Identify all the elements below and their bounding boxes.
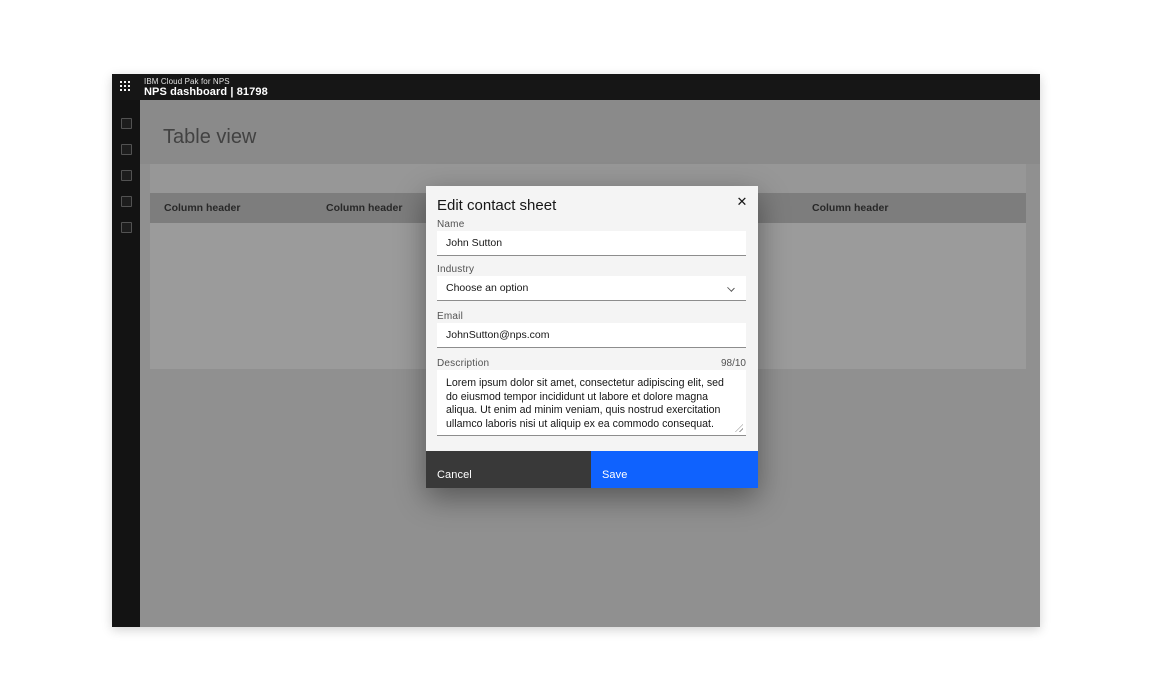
left-nav: [112, 100, 140, 627]
email-input[interactable]: [437, 323, 746, 348]
description-label: Description: [437, 358, 489, 370]
chevron-down-icon: [727, 284, 735, 292]
nav-item-icon-4[interactable]: [121, 196, 132, 207]
modal-title: Edit contact sheet: [437, 196, 746, 216]
header-dashboard-title: NPS dashboard | 81798: [144, 86, 268, 98]
nav-item-icon-5[interactable]: [121, 222, 132, 233]
nav-item-icon-3[interactable]: [121, 170, 132, 181]
industry-field-group: Industry Choose an option: [437, 264, 746, 301]
email-label: Email: [437, 311, 746, 323]
app-window: IBM Cloud Pak for NPS NPS dashboard | 81…: [112, 74, 1040, 627]
description-field-group: Description 98/10 Lorem ipsum dolor sit …: [437, 358, 746, 436]
table-column-header: Column header: [798, 193, 1026, 223]
table-column-header: Column header: [150, 193, 312, 223]
page-title-band: Table view: [140, 100, 1040, 164]
header-text: IBM Cloud Pak for NPS NPS dashboard | 81…: [144, 77, 268, 98]
industry-selected-value: Choose an option: [446, 282, 528, 294]
nav-item-icon-1[interactable]: [121, 118, 132, 129]
character-counter: 98/10: [721, 358, 746, 370]
close-icon[interactable]: ✕: [732, 192, 752, 212]
name-label: Name: [437, 219, 746, 231]
industry-dropdown[interactable]: Choose an option: [437, 276, 746, 301]
name-input[interactable]: [437, 231, 746, 256]
nav-item-icon-2[interactable]: [121, 144, 132, 155]
modal-form: Name Industry Choose an option Email: [437, 219, 746, 436]
page-title: Table view: [163, 126, 256, 149]
modal-footer: Cancel Save: [426, 451, 758, 488]
screen: IBM Cloud Pak for NPS NPS dashboard | 81…: [0, 0, 1152, 699]
app-switcher-icon[interactable]: [120, 81, 133, 94]
email-field-group: Email: [437, 311, 746, 348]
industry-label: Industry: [437, 264, 746, 276]
edit-contact-sheet-modal: Edit contact sheet ✕ Name Industry Choos…: [426, 186, 758, 488]
name-field-group: Name: [437, 219, 746, 256]
top-header-bar: IBM Cloud Pak for NPS NPS dashboard | 81…: [112, 74, 1040, 100]
cancel-button[interactable]: Cancel: [426, 451, 591, 488]
description-textarea[interactable]: Lorem ipsum dolor sit amet, consectetur …: [437, 370, 746, 436]
header-product-name: IBM Cloud Pak for NPS: [144, 77, 268, 86]
save-button[interactable]: Save: [591, 451, 758, 488]
